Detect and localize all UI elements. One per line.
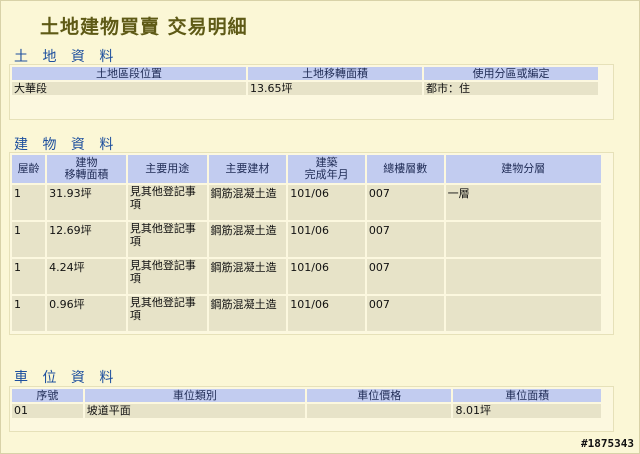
table-row: 1 0.96坪 見其他登記事 項 鋼筋混凝土造 101/06 007 (12, 296, 601, 331)
building-cell-material: 鋼筋混凝土造 (208, 185, 287, 220)
building-cell-use: 見其他登記事 項 (127, 185, 207, 220)
table-row: 大華段 13.65坪 都市：住 (12, 82, 598, 95)
table-row: 1 12.69坪 見其他登記事 項 鋼筋混凝土造 101/06 007 (12, 222, 601, 257)
building-section-title: 建 物 資 料 (14, 137, 119, 153)
building-cell-age: 1 (12, 222, 46, 257)
parking-cell-type: 坡道平面 (84, 404, 305, 418)
building-cell-completion: 101/06 (288, 259, 365, 294)
building-cell-age: 1 (12, 296, 46, 331)
land-table: 土地區段位置 土地移轉面積 使用分區或編定 大華段 13.65坪 都市：住 (10, 65, 600, 97)
building-header-floors: 總樓層數 (366, 155, 444, 183)
building-cell-area: 0.96坪 (47, 296, 126, 331)
building-cell-area: 31.93坪 (47, 185, 126, 220)
building-header-row: 屋齡 建物 移轉面積 主要用途 主要建材 建築 完成年月 總樓層數 建物分層 (12, 155, 601, 183)
building-cell-age: 1 (12, 185, 46, 220)
building-header-level: 建物分層 (445, 155, 601, 183)
building-cell-completion: 101/06 (288, 222, 365, 257)
land-header-row: 土地區段位置 土地移轉面積 使用分區或編定 (12, 67, 598, 80)
parking-panel: 序號 車位類別 車位價格 車位面積 01 坡道平面 8.01坪 (9, 386, 614, 432)
building-cell-floors: 007 (366, 185, 444, 220)
building-header-age: 屋齡 (12, 155, 46, 183)
land-cell-location: 大華段 (12, 82, 246, 95)
building-cell-material: 鋼筋混凝土造 (208, 259, 287, 294)
building-cell-area: 4.24坪 (47, 259, 126, 294)
land-header-zoning: 使用分區或編定 (424, 67, 598, 80)
land-cell-zoning: 都市：住 (424, 82, 598, 95)
land-cell-area: 13.65坪 (248, 82, 422, 95)
table-row: 01 坡道平面 8.01坪 (12, 404, 601, 418)
building-cell-level (445, 259, 601, 294)
parking-cell-price (306, 404, 452, 418)
land-section-title: 土 地 資 料 (14, 49, 119, 65)
parking-header-area: 車位面積 (453, 389, 601, 402)
parking-section-title: 車 位 資 料 (14, 370, 119, 386)
building-header-material: 主要建材 (208, 155, 287, 183)
building-cell-level: 一層 (445, 185, 601, 220)
building-panel: 屋齡 建物 移轉面積 主要用途 主要建材 建築 完成年月 總樓層數 建物分層 1… (9, 152, 614, 335)
building-cell-area: 12.69坪 (47, 222, 126, 257)
parking-header-price: 車位價格 (306, 389, 452, 402)
building-header-use: 主要用途 (127, 155, 207, 183)
building-cell-level (445, 222, 601, 257)
parking-table: 序號 車位類別 車位價格 車位面積 01 坡道平面 8.01坪 (10, 387, 603, 420)
building-cell-age: 1 (12, 259, 46, 294)
building-cell-use: 見其他登記事 項 (127, 222, 207, 257)
parking-header-row: 序號 車位類別 車位價格 車位面積 (12, 389, 601, 402)
building-table: 屋齡 建物 移轉面積 主要用途 主要建材 建築 完成年月 總樓層數 建物分層 1… (10, 153, 603, 333)
land-header-location: 土地區段位置 (12, 67, 246, 80)
parking-cell-number: 01 (12, 404, 83, 418)
building-cell-completion: 101/06 (288, 296, 365, 331)
parking-cell-area: 8.01坪 (453, 404, 601, 418)
building-cell-material: 鋼筋混凝土造 (208, 222, 287, 257)
land-panel: 土地區段位置 土地移轉面積 使用分區或編定 大華段 13.65坪 都市：住 (9, 64, 614, 120)
building-header-completion: 建築 完成年月 (288, 155, 365, 183)
building-cell-level (445, 296, 601, 331)
table-row: 1 31.93坪 見其他登記事 項 鋼筋混凝土造 101/06 007 一層 (12, 185, 601, 220)
building-cell-material: 鋼筋混凝土造 (208, 296, 287, 331)
building-cell-floors: 007 (366, 222, 444, 257)
building-cell-use: 見其他登記事 項 (127, 296, 207, 331)
page-title: 土地建物買賣 交易明細 (40, 16, 248, 38)
building-cell-floors: 007 (366, 259, 444, 294)
building-header-area: 建物 移轉面積 (47, 155, 126, 183)
building-cell-use: 見其他登記事 項 (127, 259, 207, 294)
table-row: 1 4.24坪 見其他登記事 項 鋼筋混凝土造 101/06 007 (12, 259, 601, 294)
parking-header-number: 序號 (12, 389, 83, 402)
building-cell-floors: 007 (366, 296, 444, 331)
listing-id-watermark: #1875343 (581, 437, 634, 450)
land-header-area: 土地移轉面積 (248, 67, 422, 80)
parking-header-type: 車位類別 (84, 389, 305, 402)
building-cell-completion: 101/06 (288, 185, 365, 220)
